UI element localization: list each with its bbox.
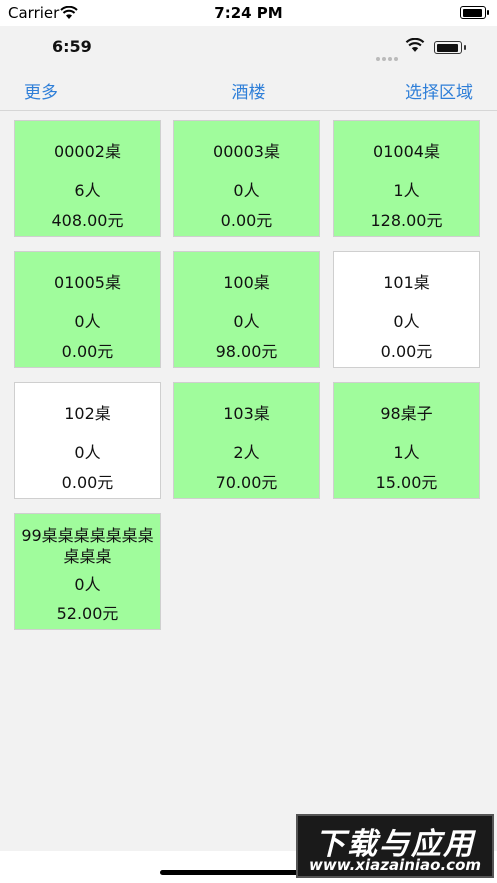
table-people: 0人 bbox=[393, 312, 420, 331]
signal-icon bbox=[376, 46, 400, 65]
table-amount: 0.00元 bbox=[61, 473, 114, 492]
navigation-bar: 更多 酒楼 选择区域 bbox=[0, 70, 497, 111]
table-people: 0人 bbox=[74, 312, 101, 331]
watermark-sub-text: www.xiazainiao.com bbox=[308, 856, 482, 874]
table-people: 0人 bbox=[233, 181, 260, 200]
inner-wifi-icon bbox=[405, 37, 425, 57]
table-card[interactable]: 99桌桌桌桌桌桌桌桌桌桌 0人 52.00元 bbox=[14, 513, 161, 630]
table-amount: 98.00元 bbox=[215, 342, 278, 361]
table-amount: 70.00元 bbox=[215, 473, 278, 492]
battery-icon bbox=[460, 6, 486, 19]
inner-status-time: 6:59 bbox=[52, 37, 92, 56]
table-people: 0人 bbox=[74, 443, 101, 462]
table-name: 01004桌 bbox=[373, 142, 440, 161]
inner-battery-icon bbox=[434, 41, 462, 54]
table-people: 6人 bbox=[74, 181, 101, 200]
outer-status-bar: Carrier 7:24 PM bbox=[0, 0, 497, 26]
table-card[interactable]: 01004桌 1人 128.00元 bbox=[333, 120, 480, 237]
table-people: 2人 bbox=[233, 443, 260, 462]
table-name: 101桌 bbox=[383, 273, 430, 292]
table-name: 98桌子 bbox=[380, 404, 433, 423]
table-card[interactable]: 01005桌 0人 0.00元 bbox=[14, 251, 161, 368]
table-amount: 408.00元 bbox=[51, 211, 124, 230]
status-time: 7:24 PM bbox=[214, 4, 283, 22]
table-amount: 52.00元 bbox=[56, 604, 119, 623]
table-card[interactable]: 101桌 0人 0.00元 bbox=[333, 251, 480, 368]
table-amount: 0.00元 bbox=[220, 211, 273, 230]
table-card[interactable]: 102桌 0人 0.00元 bbox=[14, 382, 161, 499]
table-card[interactable]: 100桌 0人 98.00元 bbox=[173, 251, 320, 368]
watermark-logo: 下载与应用 www.xiazainiao.com bbox=[296, 814, 494, 878]
table-name: 00002桌 bbox=[54, 142, 121, 161]
app-screen: 6:59 更多 酒楼 选择区域 00002桌 6人 408.00元 00003桌 0人 0… bbox=[0, 26, 497, 851]
table-people: 0人 bbox=[74, 575, 101, 594]
table-name: 103桌 bbox=[223, 404, 270, 423]
inner-status-bar: 6:59 bbox=[0, 26, 497, 70]
table-card[interactable]: 103桌 2人 70.00元 bbox=[173, 382, 320, 499]
table-people: 1人 bbox=[393, 443, 420, 462]
table-name: 100桌 bbox=[223, 273, 270, 292]
table-name: 99桌桌桌桌桌桌桌桌桌桌 bbox=[21, 526, 154, 566]
table-amount: 15.00元 bbox=[375, 473, 438, 492]
table-name: 00003桌 bbox=[213, 142, 280, 161]
table-people: 1人 bbox=[393, 181, 420, 200]
table-name: 01005桌 bbox=[54, 273, 121, 292]
table-people: 0人 bbox=[233, 312, 260, 331]
table-amount: 0.00元 bbox=[61, 342, 114, 361]
battery-cap bbox=[487, 10, 489, 15]
table-amount: 128.00元 bbox=[370, 211, 443, 230]
table-amount: 0.00元 bbox=[380, 342, 433, 361]
inner-battery-cap bbox=[464, 45, 466, 50]
table-name: 102桌 bbox=[64, 404, 111, 423]
table-card[interactable]: 98桌子 1人 15.00元 bbox=[333, 382, 480, 499]
table-card[interactable]: 00002桌 6人 408.00元 bbox=[14, 120, 161, 237]
table-card[interactable]: 00003桌 0人 0.00元 bbox=[173, 120, 320, 237]
select-area-button[interactable]: 选择区域 bbox=[405, 78, 473, 103]
